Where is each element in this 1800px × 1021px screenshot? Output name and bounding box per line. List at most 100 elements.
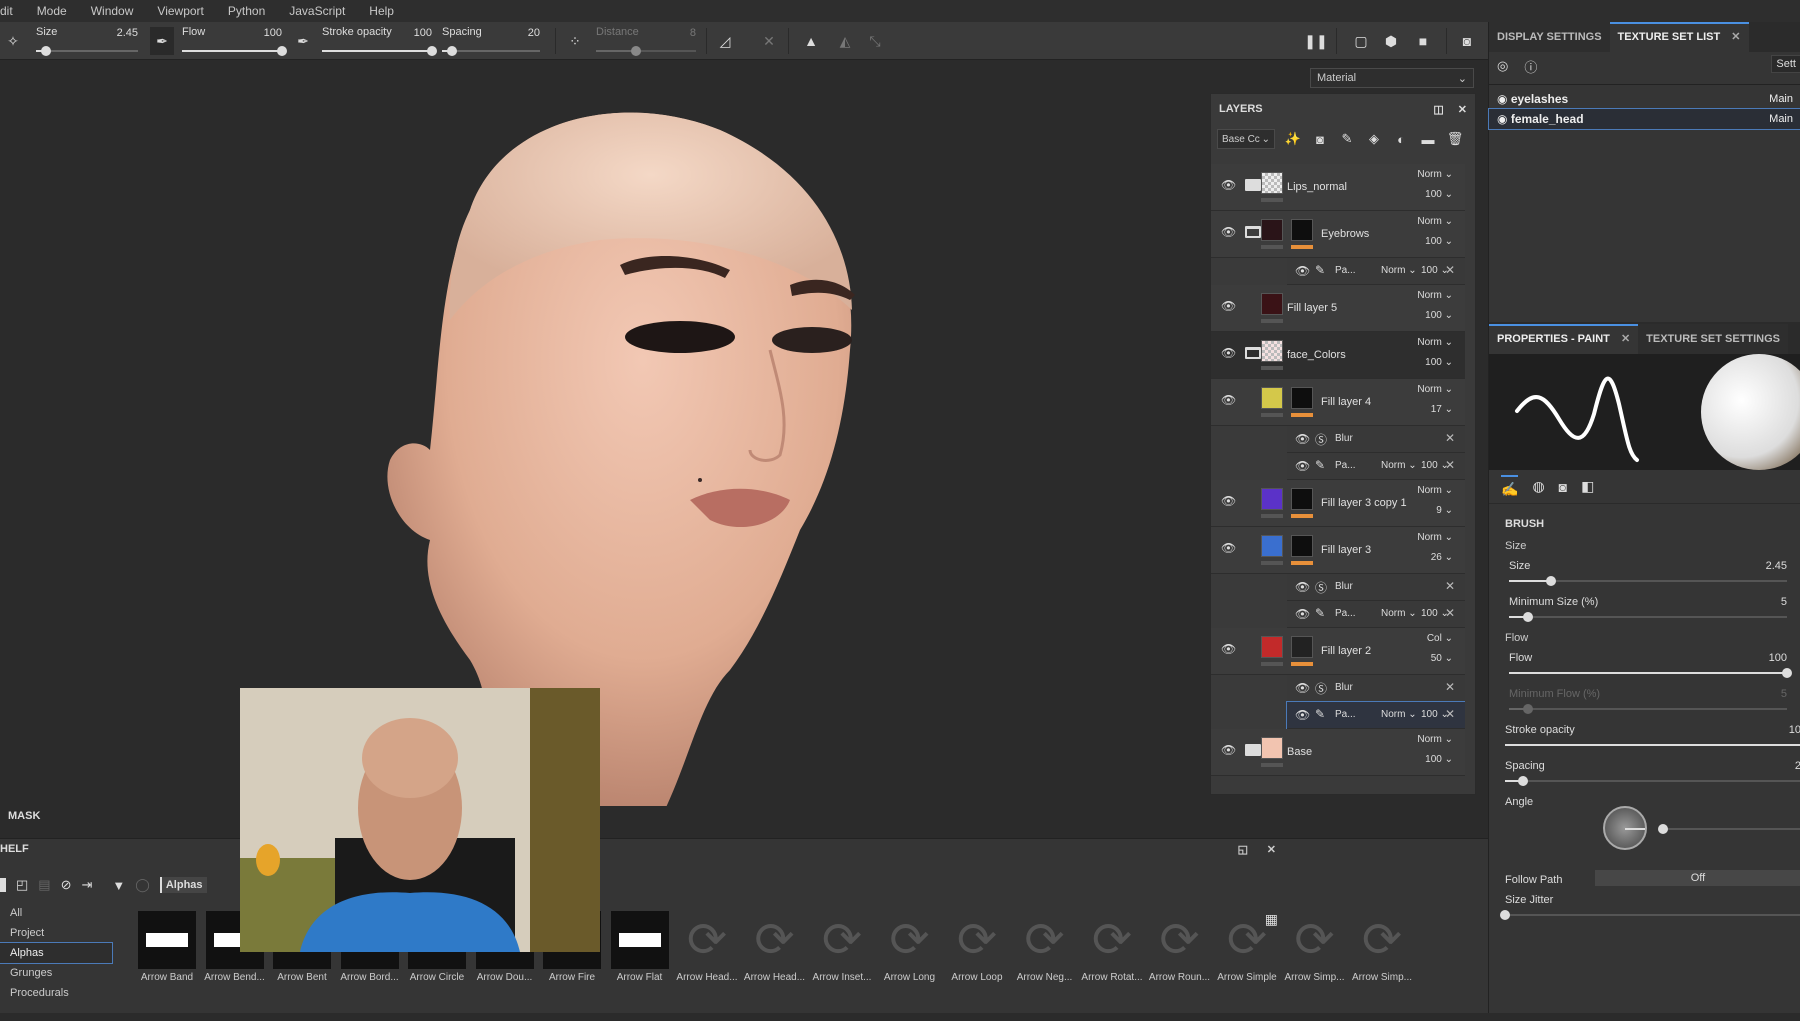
menu-help[interactable]: Help (359, 4, 408, 18)
visibility-settings-icon[interactable]: ◎ (1497, 58, 1508, 74)
slider-value[interactable]: 5 (1781, 596, 1787, 608)
eye-icon[interactable]: 👁 (1221, 178, 1237, 192)
blend-mode-dropdown[interactable]: Col ⌄ (1427, 633, 1453, 644)
layer-row[interactable]: 👁 Lips_normal Norm ⌄ 100 ⌄ (1211, 164, 1465, 211)
opacity-dropdown[interactable]: 100 ⌄ (1425, 189, 1453, 200)
blend-mode-dropdown[interactable]: Norm ⌄ (1417, 216, 1453, 227)
layer-row[interactable]: 👁 Fill layer 2 Col ⌄ 50 ⌄ (1211, 628, 1465, 675)
brush-size-slider[interactable]: Size 2.45 (1509, 560, 1787, 596)
menu-viewport[interactable]: Viewport (147, 4, 217, 18)
symmetry-mirror-icon[interactable]: ▲ (800, 30, 822, 52)
follow-path-toggle[interactable]: Off (1595, 870, 1800, 886)
opacity-dropdown[interactable]: 100 ⌄ (1425, 236, 1453, 247)
shelf-asset[interactable]: Arrow Band (136, 911, 198, 983)
line-mode-icon[interactable]: ◿ (714, 30, 736, 52)
mask-thumbnail[interactable] (1291, 387, 1313, 409)
viewport-2d-3d-icon[interactable]: ▢ (1350, 30, 1372, 52)
layer-row[interactable]: 👁 Eyebrows Norm ⌄ 100 ⌄ (1211, 211, 1465, 258)
folder-icon[interactable] (1245, 226, 1261, 238)
stroke-opacity-value[interactable]: 100 (414, 27, 432, 39)
delete-effect-icon[interactable]: ✕ (1445, 579, 1455, 593)
eye-icon[interactable]: 👁 (1295, 432, 1311, 446)
slider-knob[interactable] (1545, 576, 1556, 586)
stroke-opacity-slider[interactable]: Stroke opacity 10 (1505, 724, 1800, 760)
toolbar-stroke-opacity-slider[interactable]: Stroke opacity 100 (322, 26, 437, 56)
blend-mode-dropdown[interactable]: Norm ⌄ (1417, 485, 1453, 496)
mask-thumbnail[interactable] (1291, 219, 1313, 241)
new-shelf-icon[interactable]: ◰ (16, 877, 28, 893)
shelf-category-all[interactable]: All (0, 903, 112, 923)
opacity-dropdown[interactable]: 100 ⌄ (1425, 357, 1453, 368)
delete-effect-icon[interactable]: ✕ (1445, 680, 1455, 694)
opacity-dropdown[interactable]: 17 ⌄ (1431, 404, 1453, 415)
blend-mode-dropdown[interactable]: Norm ⌄ (1417, 337, 1453, 348)
spacing-value[interactable]: 20 (528, 27, 540, 39)
shelf-asset[interactable]: ⟳ Arrow Simp... (1284, 911, 1346, 983)
menu-window[interactable]: Window (81, 4, 148, 18)
dock-icon[interactable]: ◫ (1433, 103, 1443, 116)
eye-icon[interactable]: 👁 (1221, 346, 1237, 360)
toolbar-flow-slider[interactable]: Flow 100 (182, 26, 287, 56)
layer-row[interactable]: 👁 Base Norm ⌄ 100 ⌄ (1211, 729, 1465, 776)
tab-display-settings[interactable]: DISPLAY SETTINGS (1489, 22, 1610, 52)
folder-icon[interactable] (1245, 744, 1261, 756)
shelf-asset[interactable]: ⟳ Arrow Neg... (1014, 911, 1076, 983)
shelf-asset[interactable]: ⟳ Arrow Rotat... (1081, 911, 1143, 983)
grid-view-icon[interactable]: ▦ (1265, 911, 1278, 928)
channel-dropdown[interactable]: Base Cc ⌄ (1217, 129, 1275, 149)
stencil-tab-icon[interactable]: ◙ (1559, 479, 1567, 495)
toolbar-distance-slider[interactable]: Distance 8 (596, 26, 696, 56)
eye-icon[interactable]: 👁 (1295, 708, 1311, 722)
delete-effect-icon[interactable]: ✕ (1445, 707, 1455, 721)
shelf-asset[interactable]: ⟳ Arrow Long (879, 911, 941, 983)
layer-row[interactable]: 👁 Fill layer 3 Norm ⌄ 26 ⌄ (1211, 527, 1465, 574)
close-icon[interactable]: ✕ (1458, 103, 1467, 116)
slider-value[interactable]: 10 (1789, 724, 1800, 736)
shelf-list-icon[interactable] (0, 878, 6, 892)
viewport-mode-dropdown[interactable]: Material ⌄ (1310, 68, 1474, 88)
paint-effect-row[interactable]: 👁 ✎ Pa... Norm ⌄ 100 ⌄ ✕ (1287, 453, 1465, 480)
pause-icon[interactable]: ❚❚ (1304, 30, 1327, 52)
flow-value[interactable]: 100 (264, 27, 282, 39)
slider-value[interactable]: 100 (1769, 652, 1787, 664)
toolbar-spacing-slider[interactable]: Spacing 20 (442, 26, 540, 56)
mask-thumbnail[interactable] (1291, 488, 1313, 510)
material-tab-icon[interactable]: ◧ (1581, 478, 1594, 495)
filter-effect-row[interactable]: 👁 Ⓢ Blur ✕ (1287, 426, 1465, 453)
paint-effect-row[interactable]: 👁 ✎ Pa... Norm ⌄ 100 ⌄ ✕ (1286, 701, 1465, 730)
filter-icon[interactable]: ▼ (112, 878, 125, 893)
slider-value[interactable]: 2 (1795, 760, 1800, 772)
add-fill-layer-icon[interactable]: ◈ (1365, 130, 1383, 148)
flow-knob[interactable] (277, 46, 287, 56)
layer-thumbnail[interactable] (1261, 535, 1283, 557)
alpha-tab-icon[interactable]: ◍ (1532, 478, 1544, 495)
blend-mode-dropdown[interactable]: Norm ⌄ (1417, 290, 1453, 301)
layer-thumbnail[interactable] (1261, 387, 1283, 409)
eye-icon[interactable]: 👁 (1221, 494, 1237, 508)
layer-name[interactable]: face_Colors (1287, 349, 1346, 361)
eye-icon[interactable]: 👁 (1221, 541, 1237, 555)
save-icon[interactable]: ▤ (38, 877, 50, 893)
slider-knob[interactable] (1517, 776, 1528, 786)
transform-icon[interactable]: ⤡ (864, 30, 886, 52)
import-icon[interactable]: ⇥ (82, 877, 93, 893)
add-mask-icon[interactable]: ◙ (1311, 130, 1329, 148)
close-icon[interactable]: ✕ (1621, 333, 1630, 345)
tab-properties-paint[interactable]: PROPERTIES - PAINT ✕ (1489, 324, 1639, 354)
close-icon[interactable]: ✕ (1731, 31, 1740, 43)
layer-name[interactable]: Fill layer 3 (1321, 544, 1371, 556)
minimum-flow-slider[interactable]: Minimum Flow (%) 5 (1509, 688, 1787, 724)
slider-knob[interactable] (1523, 612, 1534, 622)
layer-row[interactable]: 👁 Fill layer 5 Norm ⌄ 100 ⌄ (1211, 285, 1465, 332)
layer-thumbnail[interactable] (1261, 219, 1283, 241)
layer-name[interactable]: Fill layer 4 (1321, 396, 1371, 408)
slider-knob[interactable] (1523, 704, 1534, 714)
menu-python[interactable]: Python (218, 4, 279, 18)
eye-icon[interactable]: 👁 (1221, 393, 1237, 407)
mask-panel-header[interactable]: MASK (0, 806, 1488, 826)
distance-knob[interactable] (631, 46, 641, 56)
spacing-slider[interactable]: Spacing 2 (1505, 760, 1800, 796)
delete-effect-icon[interactable]: ✕ (1445, 431, 1455, 445)
layer-thumbnail[interactable] (1261, 340, 1283, 362)
layer-list[interactable]: 👁 Lips_normal Norm ⌄ 100 ⌄ 👁 Eyebrows Nor… (1211, 164, 1465, 794)
